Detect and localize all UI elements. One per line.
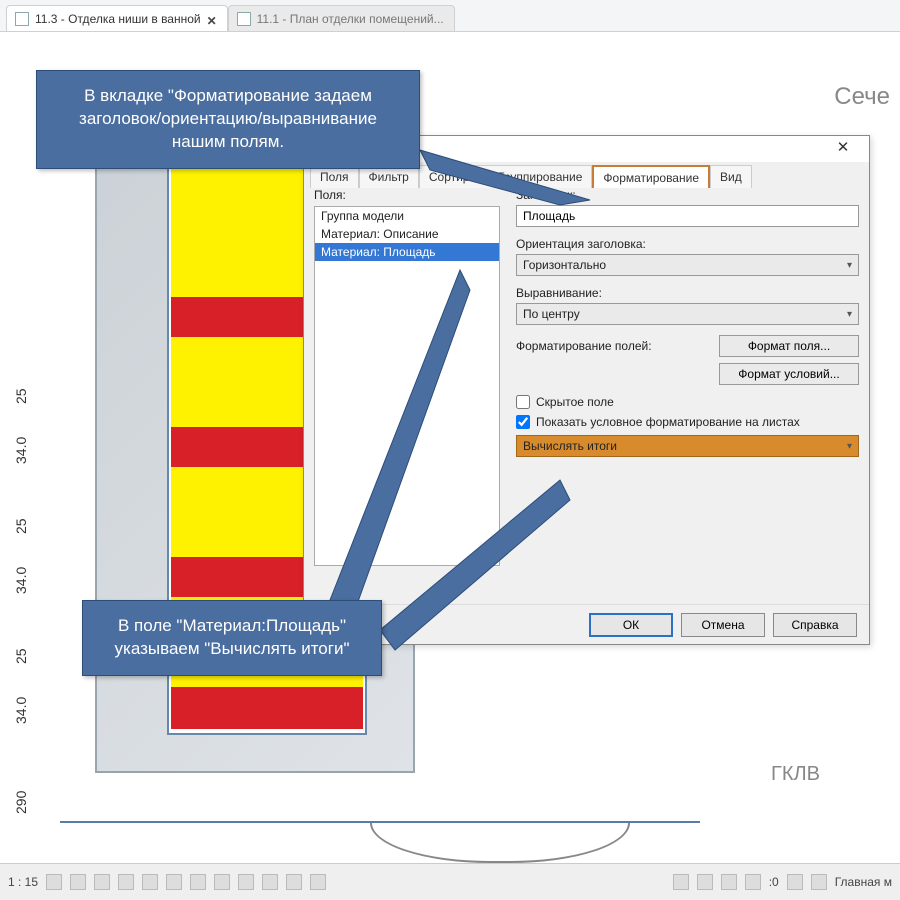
- status-icon[interactable]: [673, 874, 689, 890]
- alignment-select[interactable]: По центру ▾: [516, 303, 859, 325]
- view-tab-active[interactable]: 11.3 - Отделка ниши в ванной ✕: [6, 5, 228, 31]
- dim-text: 25: [13, 378, 29, 404]
- status-main[interactable]: Главная м: [835, 875, 892, 889]
- floor-pit: [370, 823, 630, 863]
- status-icon[interactable]: [721, 874, 737, 890]
- viewcontrol-icon[interactable]: [166, 874, 182, 890]
- status-icon[interactable]: [787, 874, 803, 890]
- dim-text: 34.0: [13, 568, 29, 594]
- select-value: По центру: [523, 307, 580, 321]
- hidden-field-checkbox[interactable]: [516, 395, 530, 409]
- dim-text: 34.0: [13, 698, 29, 724]
- status-zero: :0: [769, 875, 779, 889]
- view-tab-inactive[interactable]: 11.1 - План отделки помещений...: [228, 5, 455, 31]
- orientation-label: Ориентация заголовка:: [516, 237, 859, 251]
- select-value: Вычислять итоги: [523, 439, 617, 453]
- view-tabbar: 11.3 - Отделка ниши в ванной ✕ 11.1 - Пл…: [0, 0, 900, 32]
- dim-text: 34.0: [13, 438, 29, 464]
- status-icon[interactable]: [745, 874, 761, 890]
- tab-sorting[interactable]: Сортировка/Группирование: [419, 165, 593, 188]
- field-format-button[interactable]: Формат поля...: [719, 335, 859, 357]
- field-format-label: Форматирование полей:: [516, 339, 707, 353]
- view-tab-label: 11.3 - Отделка ниши в ванной: [35, 12, 201, 26]
- dialog-footer: ОК Отмена Справка: [304, 604, 869, 644]
- callout-bottom: В поле "Материал:Площадь" указываем "Выч…: [82, 600, 382, 676]
- callout-text: В поле "Материал:Площадь" указываем "Выч…: [115, 616, 350, 658]
- scale-label[interactable]: 1 : 15: [8, 875, 38, 889]
- viewcontrol-icon[interactable]: [46, 874, 62, 890]
- heading-input[interactable]: [516, 205, 859, 227]
- list-item-selected[interactable]: Материал: Площадь: [315, 243, 499, 261]
- viewcontrol-icon[interactable]: [262, 874, 278, 890]
- callout-text: В вкладке "Форматирование задаем заголов…: [79, 86, 377, 151]
- viewcontrol-icon[interactable]: [142, 874, 158, 890]
- hidden-field-label: Скрытое поле: [536, 395, 614, 409]
- viewcontrol-icon[interactable]: [94, 874, 110, 890]
- totals-select[interactable]: Вычислять итоги ▾: [516, 435, 859, 457]
- dim-text: 25: [13, 508, 29, 534]
- tab-appearance[interactable]: Вид: [710, 165, 752, 188]
- sheet-icon: [237, 12, 251, 26]
- dim-text: 290: [13, 788, 29, 814]
- dialog-body: Поля: Группа модели Материал: Описание М…: [314, 188, 859, 598]
- ok-button[interactable]: ОК: [589, 613, 673, 637]
- section-label: Сече: [834, 83, 890, 111]
- viewcontrol-icon[interactable]: [310, 874, 326, 890]
- cancel-button[interactable]: Отмена: [681, 613, 765, 637]
- heading-label: Заголовок:: [516, 188, 859, 202]
- chevron-down-icon: ▾: [847, 309, 852, 320]
- schedule-properties-dialog: ✕ Поля Фильтр Сортировка/Группирование Ф…: [303, 135, 870, 645]
- select-value: Горизонтально: [523, 258, 606, 272]
- fields-listbox[interactable]: Группа модели Материал: Описание Материа…: [314, 206, 500, 566]
- viewcontrol-icon[interactable]: [286, 874, 302, 890]
- close-icon[interactable]: ✕: [207, 14, 217, 24]
- view-tab-label: 11.1 - План отделки помещений...: [257, 12, 444, 26]
- viewcontrol-icon[interactable]: [238, 874, 254, 890]
- close-icon[interactable]: ✕: [823, 138, 863, 160]
- tab-formatting[interactable]: Форматирование: [592, 165, 710, 188]
- alignment-label: Выравнивание:: [516, 286, 859, 300]
- fields-label: Поля:: [314, 188, 500, 202]
- callout-top: В вкладке "Форматирование задаем заголов…: [36, 70, 420, 169]
- list-item[interactable]: Материал: Описание: [315, 225, 499, 243]
- sheet-icon: [15, 12, 29, 26]
- status-icon[interactable]: [697, 874, 713, 890]
- chevron-down-icon: ▾: [847, 260, 852, 271]
- viewcontrol-icon[interactable]: [70, 874, 86, 890]
- show-conditional-checkbox[interactable]: [516, 415, 530, 429]
- list-item[interactable]: Группа модели: [315, 207, 499, 225]
- fields-panel: Поля: Группа модели Материал: Описание М…: [314, 188, 500, 598]
- show-conditional-label: Показать условное форматирование на лист…: [536, 415, 800, 429]
- format-panel: Заголовок: Ориентация заголовка: Горизон…: [516, 188, 859, 598]
- tile-red: [171, 687, 363, 729]
- status-bar: 1 : 15 :0 Главная м: [0, 863, 900, 900]
- viewcontrol-icon[interactable]: [190, 874, 206, 890]
- dim-text: 25: [13, 638, 29, 664]
- conditional-format-button[interactable]: Формат условий...: [719, 363, 859, 385]
- chevron-down-icon: ▾: [847, 441, 852, 452]
- viewcontrol-icon[interactable]: [214, 874, 230, 890]
- help-button[interactable]: Справка: [773, 613, 857, 637]
- material-label: ГКЛВ: [771, 763, 820, 786]
- viewcontrol-icon[interactable]: [118, 874, 134, 890]
- orientation-select[interactable]: Горизонтально ▾: [516, 254, 859, 276]
- status-icon[interactable]: [811, 874, 827, 890]
